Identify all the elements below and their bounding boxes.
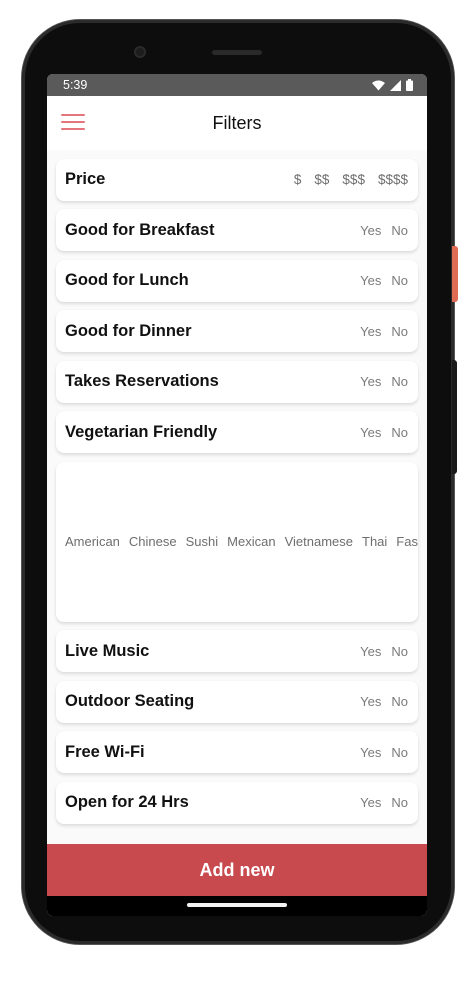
filter-label: Vegetarian Friendly: [65, 422, 218, 441]
no-option[interactable]: No: [391, 374, 408, 389]
filter-card-breakfast: Good for Breakfast Yes No: [56, 209, 418, 251]
no-option[interactable]: No: [391, 324, 408, 339]
yes-option[interactable]: Yes: [360, 223, 381, 238]
filter-label: Good for Breakfast: [65, 220, 215, 239]
no-option[interactable]: No: [391, 273, 408, 288]
signal-icon: [390, 79, 401, 91]
filter-label: Good for Dinner: [65, 321, 192, 340]
no-option[interactable]: No: [391, 644, 408, 659]
cuisine-option-sushi[interactable]: Sushi: [186, 534, 219, 549]
price-option-4[interactable]: $$$$: [378, 172, 408, 187]
cuisine-option-chinese[interactable]: Chinese: [129, 534, 177, 549]
cuisine-option-mexican[interactable]: Mexican: [227, 534, 275, 549]
price-option-1[interactable]: $: [294, 172, 302, 187]
yes-option[interactable]: Yes: [360, 425, 381, 440]
yes-option[interactable]: Yes: [360, 273, 381, 288]
cuisine-option-vietnamese[interactable]: Vietnamese: [285, 534, 353, 549]
yes-option[interactable]: Yes: [360, 324, 381, 339]
power-button: [452, 246, 458, 302]
price-option-2[interactable]: $$: [314, 172, 329, 187]
app-screen: 5:39 Filters Price $ $$ $$$ $$$$ Good fo…: [47, 74, 427, 916]
filter-card-wifi: Free Wi-Fi Yes No: [56, 731, 418, 773]
filter-label: Open for 24 Hrs: [65, 793, 189, 811]
no-option[interactable]: No: [391, 694, 408, 709]
status-bar: 5:39: [47, 74, 427, 96]
filter-list: Price $ $$ $$$ $$$$ Good for Breakfast Y…: [47, 158, 427, 824]
volume-button: [452, 360, 457, 474]
navigation-bar: [47, 896, 427, 916]
battery-icon: [406, 79, 413, 91]
page-title: Filters: [212, 112, 262, 133]
filter-card-vegetarian: Vegetarian Friendly Yes No: [56, 411, 418, 453]
status-time: 5:39: [63, 78, 88, 92]
filter-card-outdoor-seating: Outdoor Seating Yes No: [56, 680, 418, 723]
cuisine-selector-card[interactable]: American Chinese Sushi Mexican Vietnames…: [56, 461, 418, 622]
yes-option[interactable]: Yes: [360, 745, 381, 760]
no-option[interactable]: No: [391, 745, 408, 760]
hamburger-menu-icon[interactable]: [61, 114, 85, 132]
filter-card-24hrs: Open for 24 Hrs Yes No: [56, 781, 418, 824]
price-options: $ $$ $$$ $$$$: [294, 172, 408, 187]
filter-label: Free Wi-Fi: [65, 742, 145, 761]
no-option[interactable]: No: [391, 223, 408, 238]
price-filter-card: Price $ $$ $$$ $$$$: [56, 158, 418, 201]
no-option[interactable]: No: [391, 795, 408, 810]
yes-option[interactable]: Yes: [360, 644, 381, 659]
earpiece-speaker: [212, 50, 262, 55]
filter-label: Good for Lunch: [65, 271, 189, 289]
wifi-icon: [372, 80, 385, 90]
filter-card-lunch: Good for Lunch Yes No: [56, 259, 418, 302]
cuisine-option-thai[interactable]: Thai: [362, 534, 387, 549]
filter-card-live-music: Live Music Yes No: [56, 630, 418, 672]
price-label: Price: [65, 170, 106, 188]
yes-option[interactable]: Yes: [360, 374, 381, 389]
filter-label: Live Music: [65, 641, 150, 660]
filter-card-reservations: Takes Reservations Yes No: [56, 360, 418, 403]
filter-label: Takes Reservations: [65, 372, 219, 390]
cuisine-option-fast-food[interactable]: Fas: [396, 534, 418, 549]
cuisine-option-american[interactable]: American: [65, 534, 120, 549]
home-gesture-handle[interactable]: [187, 903, 287, 907]
app-bar: Filters: [47, 96, 427, 150]
add-new-button[interactable]: Add new: [47, 844, 427, 896]
price-option-3[interactable]: $$$: [342, 172, 365, 187]
yes-option[interactable]: Yes: [360, 795, 381, 810]
filter-label: Outdoor Seating: [65, 692, 195, 710]
yes-option[interactable]: Yes: [360, 694, 381, 709]
front-camera: [134, 46, 146, 58]
filter-card-dinner: Good for Dinner Yes No: [56, 310, 418, 352]
no-option[interactable]: No: [391, 425, 408, 440]
cuisine-options: American Chinese Sushi Mexican Vietnames…: [65, 534, 418, 549]
